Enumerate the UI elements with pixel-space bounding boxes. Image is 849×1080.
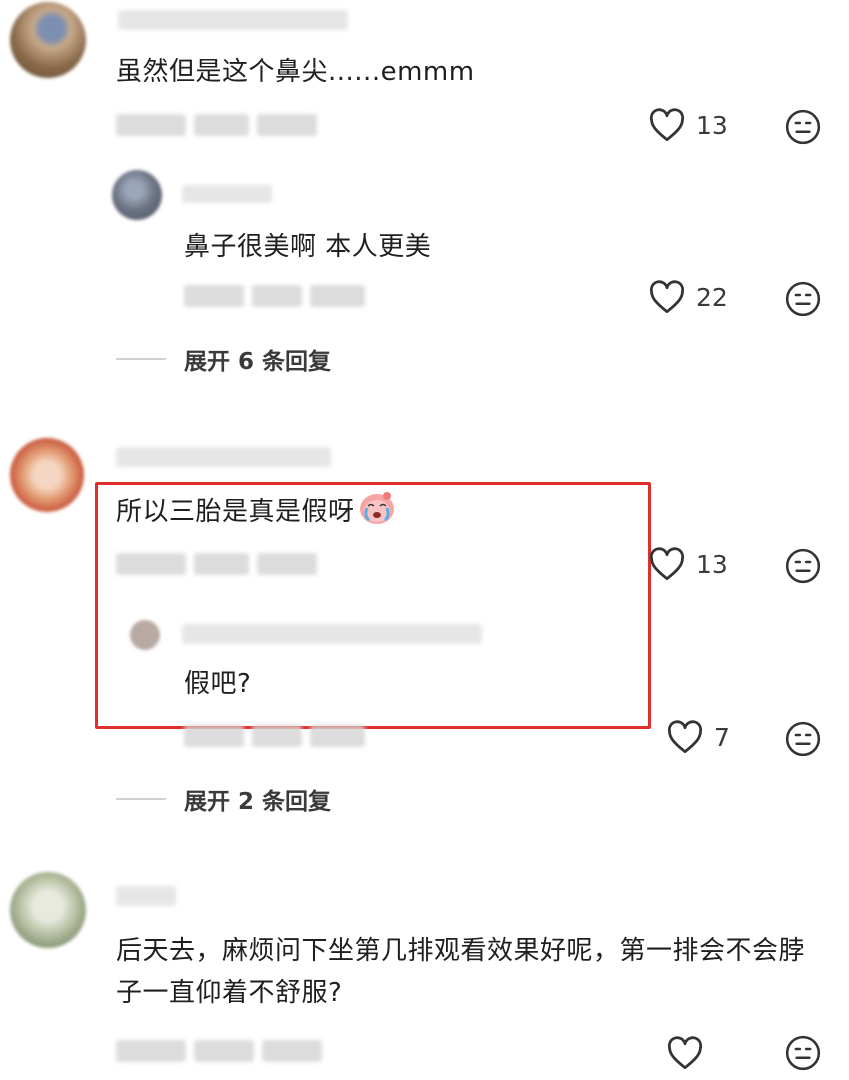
username-blurred[interactable] xyxy=(116,886,176,906)
comment-text: 后天去，麻烦问下坐第几排观看效果好呢，第一排会不会脖子一直仰着不舒服? xyxy=(116,936,806,1008)
like-count: 7 xyxy=(714,722,730,752)
avatar[interactable] xyxy=(130,620,160,650)
comment-meta-blurred xyxy=(116,1040,322,1062)
username-blurred[interactable] xyxy=(116,447,331,467)
neutral-face-icon[interactable] xyxy=(784,720,822,758)
avatar[interactable] xyxy=(112,170,162,220)
username-blurred[interactable] xyxy=(182,624,482,644)
comment-meta-blurred xyxy=(116,114,317,136)
like-button[interactable]: 7 xyxy=(666,720,730,754)
avatar[interactable] xyxy=(10,872,86,948)
divider xyxy=(116,798,166,800)
like-count: 13 xyxy=(696,549,728,579)
reply-text: 假吧? xyxy=(184,669,252,699)
like-button[interactable]: 22 xyxy=(648,280,728,314)
avatar[interactable] xyxy=(10,2,86,78)
divider xyxy=(116,358,166,360)
heart-outline-icon xyxy=(666,720,704,754)
reply-meta-blurred xyxy=(184,285,365,307)
reply-meta-blurred xyxy=(184,725,365,747)
highlight-box xyxy=(95,482,651,729)
expand-replies-button[interactable]: 展开 2 条回复 xyxy=(116,782,331,816)
expand-replies-label: 展开 2 条回复 xyxy=(184,789,332,815)
like-count: 22 xyxy=(696,282,728,312)
heart-outline-icon xyxy=(648,547,686,581)
username-blurred[interactable] xyxy=(118,10,348,30)
neutral-face-icon[interactable] xyxy=(784,280,822,318)
like-button[interactable]: 13 xyxy=(648,108,728,142)
comment-meta-blurred xyxy=(116,553,317,575)
expand-replies-button[interactable]: 展开 6 条回复 xyxy=(116,342,331,376)
neutral-face-icon[interactable] xyxy=(784,547,822,585)
expand-replies-label: 展开 6 条回复 xyxy=(184,349,332,375)
like-button[interactable] xyxy=(666,1036,704,1070)
neutral-face-icon[interactable] xyxy=(784,108,822,146)
reply-text: 鼻子很美啊 本人更美 xyxy=(184,232,432,262)
like-button[interactable]: 13 xyxy=(648,547,728,581)
heart-outline-icon xyxy=(648,280,686,314)
comment-text: 虽然但是这个鼻尖......emmm xyxy=(116,57,475,87)
heart-outline-icon xyxy=(648,108,686,142)
username-blurred[interactable] xyxy=(182,185,272,203)
heart-outline-icon xyxy=(666,1036,704,1070)
neutral-face-icon[interactable] xyxy=(784,1034,822,1072)
like-count: 13 xyxy=(696,110,728,140)
avatar[interactable] xyxy=(10,438,84,512)
